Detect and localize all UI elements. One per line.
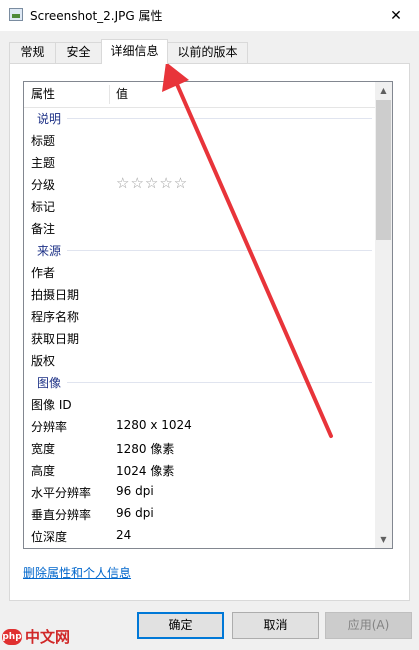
scroll-up-icon[interactable]: ▲ xyxy=(375,82,392,99)
scroll-down-icon[interactable]: ▼ xyxy=(375,531,392,548)
column-header-property[interactable]: 属性 xyxy=(31,82,55,106)
property-name: 备注 xyxy=(31,222,56,236)
list-item[interactable]: 获取日期 xyxy=(24,327,376,349)
rating-stars-icon[interactable]: ☆☆☆☆☆ xyxy=(116,174,188,192)
group-header[interactable]: 来源 xyxy=(24,239,376,261)
property-name: 位深度 xyxy=(31,530,68,544)
column-divider[interactable] xyxy=(109,85,110,104)
ok-button[interactable]: 确定 xyxy=(137,612,224,639)
property-name: 分级 xyxy=(31,178,56,192)
group-header[interactable]: 说明 xyxy=(24,107,376,129)
tab-details[interactable]: 详细信息 xyxy=(101,39,168,64)
property-name: 版权 xyxy=(31,354,56,368)
list-item[interactable]: 主题 xyxy=(24,151,376,173)
remove-properties-link[interactable]: 删除属性和个人信息 xyxy=(23,564,131,581)
property-value: 1024 像素 xyxy=(116,464,175,478)
list-item[interactable]: 水平分辨率 96 dpi xyxy=(24,481,376,503)
property-name: 主题 xyxy=(31,156,56,170)
list-item[interactable]: 分辨率 1280 x 1024 xyxy=(24,415,376,437)
property-name: 垂直分辨率 xyxy=(31,508,92,522)
tab-previous-versions[interactable]: 以前的版本 xyxy=(167,42,248,63)
list-item[interactable]: 高度 1024 像素 xyxy=(24,459,376,481)
property-name: 水平分辨率 xyxy=(31,486,92,500)
property-value: 1280 x 1024 xyxy=(116,418,192,432)
group-title: 来源 xyxy=(37,244,62,258)
list-item[interactable]: 宽度 1280 像素 xyxy=(24,437,376,459)
list-item[interactable]: 位深度 24 xyxy=(24,525,376,547)
scrollbar-thumb[interactable] xyxy=(376,100,391,240)
list-item[interactable]: 分级 ☆☆☆☆☆ xyxy=(24,173,376,195)
property-name: 图像 ID xyxy=(31,398,72,412)
tab-general[interactable]: 常规 xyxy=(9,42,56,63)
window-title: Screenshot_2.JPG 属性 xyxy=(30,9,163,23)
list-item[interactable]: 作者 xyxy=(24,261,376,283)
watermark-text: 中文网 xyxy=(25,628,71,646)
close-button[interactable]: ✕ xyxy=(373,0,419,31)
list-item[interactable]: 标记 xyxy=(24,195,376,217)
list-item[interactable]: 标题 xyxy=(24,129,376,151)
list-rows: 说明标题主题分级 ☆☆☆☆☆ 标记备注来源作者拍摄日期程序名称获取日期版权图像图像 … xyxy=(24,107,376,547)
property-name: 分辨率 xyxy=(31,420,68,434)
image-file-icon xyxy=(9,8,23,21)
cancel-button[interactable]: 取消 xyxy=(232,612,319,639)
group-divider xyxy=(67,118,372,119)
vertical-scrollbar[interactable]: ▲ ▼ xyxy=(375,82,392,548)
list-item[interactable]: 图像 ID xyxy=(24,393,376,415)
property-name: 程序名称 xyxy=(31,310,80,324)
apply-button[interactable]: 应用(A) xyxy=(325,612,412,639)
list-item[interactable]: 拍摄日期 xyxy=(24,283,376,305)
tab-security[interactable]: 安全 xyxy=(55,42,102,63)
group-title: 图像 xyxy=(37,376,62,390)
property-name: 拍摄日期 xyxy=(31,288,80,302)
list-item[interactable]: 版权 xyxy=(24,349,376,371)
column-header-value[interactable]: 值 xyxy=(116,82,128,106)
property-value: 96 dpi xyxy=(116,484,154,498)
property-name: 高度 xyxy=(31,464,56,478)
group-header[interactable]: 图像 xyxy=(24,371,376,393)
property-name: 作者 xyxy=(31,266,56,280)
title-bar: Screenshot_2.JPG 属性 ✕ xyxy=(0,0,419,31)
property-list[interactable]: 属性 值 说明标题主题分级 ☆☆☆☆☆ 标记备注来源作者拍摄日期程序名称获取日期版权… xyxy=(23,81,393,549)
list-item[interactable]: 垂直分辨率 96 dpi xyxy=(24,503,376,525)
property-value: 96 dpi xyxy=(116,506,154,520)
list-item[interactable]: 程序名称 xyxy=(24,305,376,327)
group-divider xyxy=(67,250,372,251)
property-value: 1280 像素 xyxy=(116,442,175,456)
group-title: 说明 xyxy=(37,112,62,126)
property-value: 24 xyxy=(116,528,132,542)
details-panel: 属性 值 说明标题主题分级 ☆☆☆☆☆ 标记备注来源作者拍摄日期程序名称获取日期版权… xyxy=(9,63,410,601)
property-name: 标题 xyxy=(31,134,56,148)
property-name: 标记 xyxy=(31,200,56,214)
list-header: 属性 值 xyxy=(24,82,376,108)
watermark: php 中文网 xyxy=(2,626,70,647)
property-name: 获取日期 xyxy=(31,332,80,346)
group-divider xyxy=(67,382,372,383)
property-name: 宽度 xyxy=(31,442,56,456)
php-logo-icon: php xyxy=(2,628,22,645)
list-item[interactable]: 备注 xyxy=(24,217,376,239)
